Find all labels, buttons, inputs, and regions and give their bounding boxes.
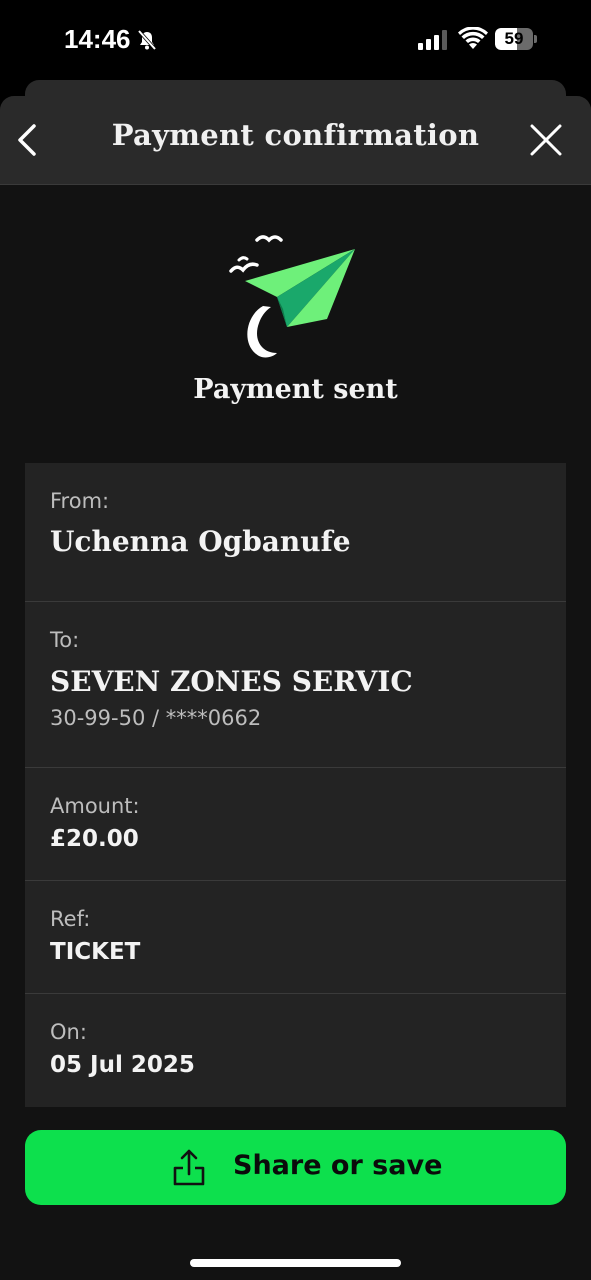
battery-body: 59 (495, 28, 533, 50)
detail-row-from: From: Uchenna Ogbanufe (25, 463, 566, 602)
silent-bell-icon (137, 29, 157, 51)
detail-row-date: On: 05 Jul 2025 (25, 994, 566, 1107)
battery-tip (534, 35, 537, 43)
on-label: On: (50, 1020, 87, 1044)
wifi-icon (458, 27, 488, 49)
amount-label: Amount: (50, 794, 140, 818)
amount-value: £20.00 (50, 826, 139, 852)
battery-level: 59 (504, 29, 524, 48)
to-label: To: (50, 628, 80, 652)
detail-row-ref: Ref: TICKET (25, 881, 566, 994)
share-or-save-label: Share or save (233, 1150, 443, 1181)
payment-status-heading: Payment sent (193, 374, 398, 405)
payment-confirmation-sheet: Payment confirmation Payment sent From: … (0, 96, 591, 1280)
home-indicator[interactable] (190, 1259, 401, 1267)
to-account: 30-99-50 / ****0662 (50, 706, 262, 730)
payment-details-card: From: Uchenna Ogbanufe To: SEVEN ZONES S… (25, 463, 566, 1107)
on-value: 05 Jul 2025 (50, 1052, 195, 1078)
detail-row-to: To: SEVEN ZONES SERVIC 30-99-50 / ****06… (25, 602, 566, 768)
ref-value: TICKET (50, 939, 141, 965)
close-button[interactable] (524, 118, 568, 162)
page-title: Payment confirmation (111, 118, 480, 152)
share-icon (173, 1149, 205, 1186)
share-or-save-button[interactable]: Share or save (25, 1130, 566, 1205)
from-label: From: (50, 489, 110, 513)
header: Payment confirmation (0, 96, 591, 185)
status-time: 14:46 (64, 24, 131, 54)
battery-indicator: 59 (495, 28, 537, 50)
close-icon (530, 124, 562, 156)
screen: 14:46 59 Payment confirmation Payment se… (0, 0, 591, 1280)
ref-label: Ref: (50, 907, 91, 931)
cellular-signal-icon (418, 30, 447, 50)
status-bar: 14:46 59 (0, 0, 591, 80)
paper-plane-icon (229, 235, 355, 358)
detail-row-amount: Amount: £20.00 (25, 768, 566, 881)
from-value: Uchenna Ogbanufe (50, 525, 351, 558)
to-value: SEVEN ZONES SERVIC (50, 665, 413, 698)
